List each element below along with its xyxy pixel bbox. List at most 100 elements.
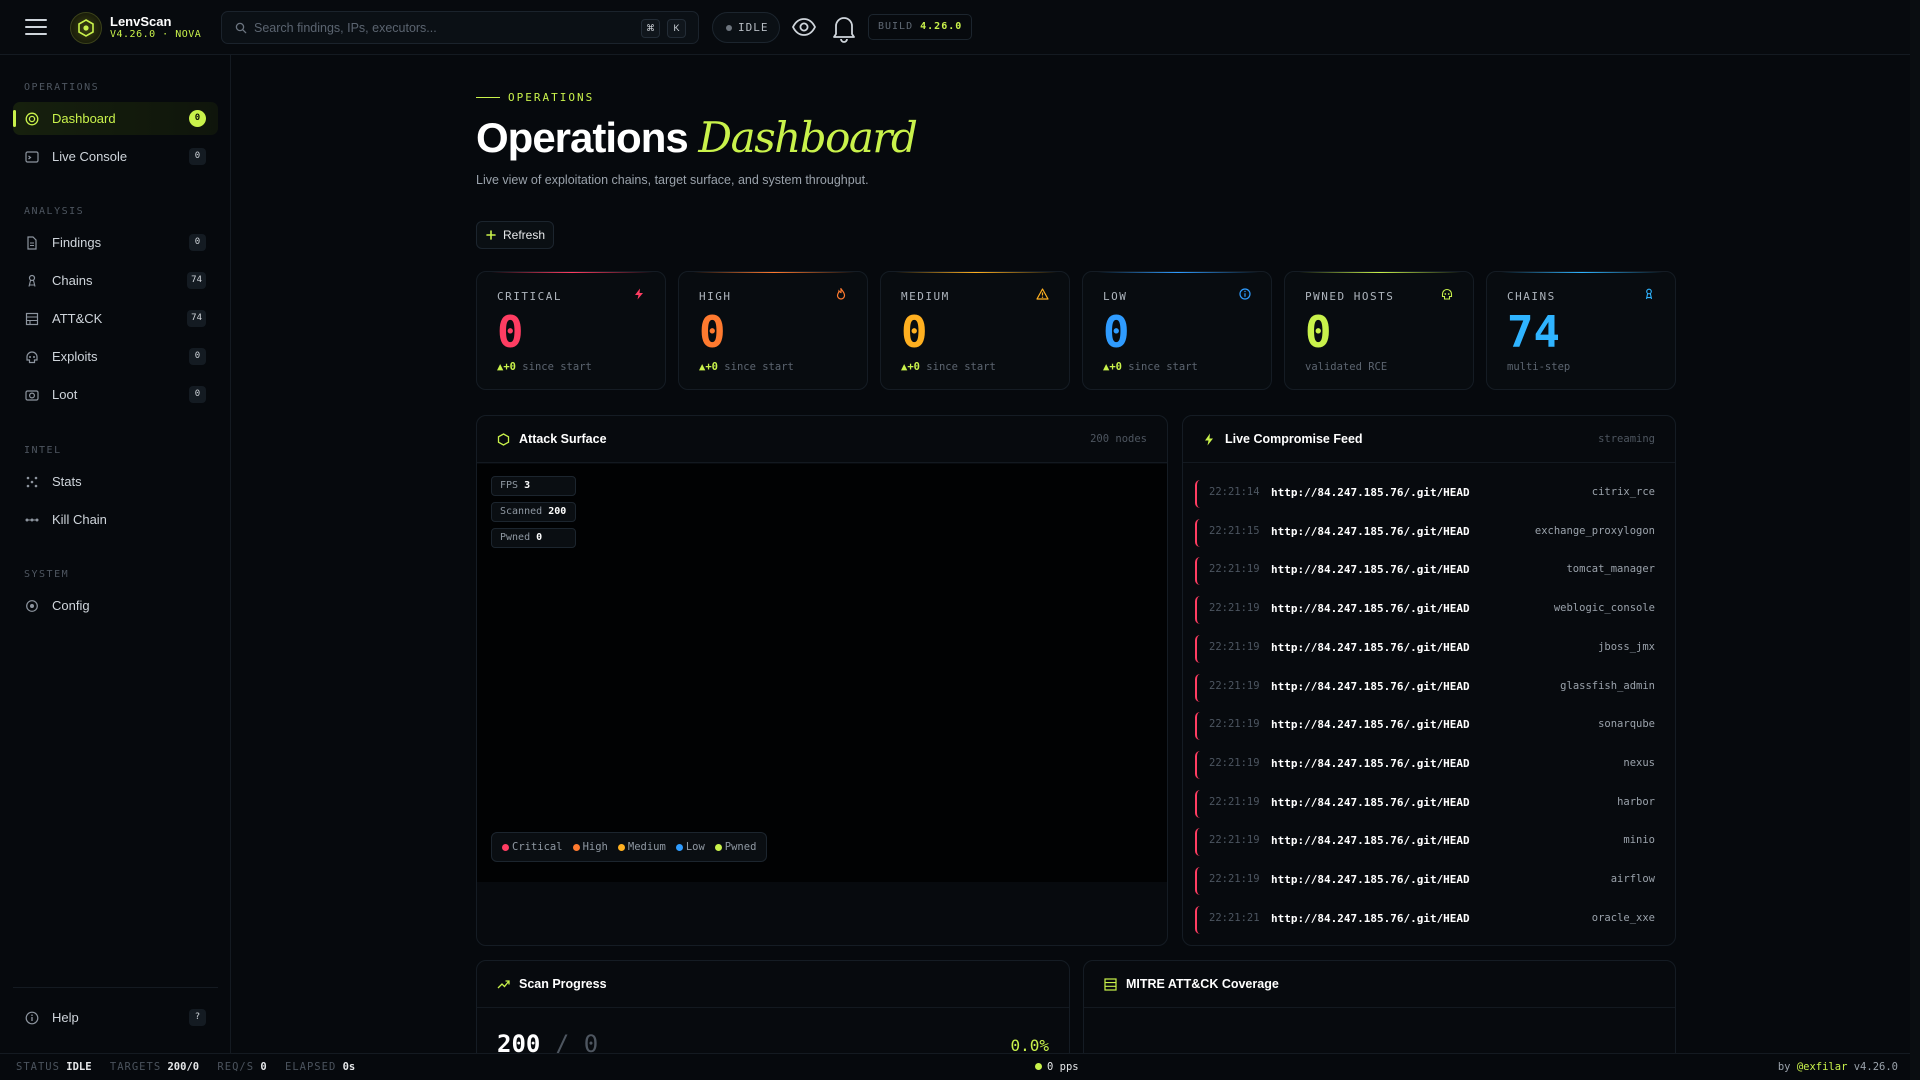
stat-card-high[interactable]: HIGH 0 ▲+0 since start bbox=[678, 271, 868, 390]
scanned-chip: Scanned 200 bbox=[491, 502, 576, 522]
feed-row[interactable]: 22:21:19 http://84.247.185.76/.git/HEAD we… bbox=[1195, 594, 1655, 626]
stat-value: 0 bbox=[901, 307, 928, 358]
card-accent-bar bbox=[693, 272, 855, 273]
targets-key: TARGETS bbox=[109, 1061, 162, 1073]
feed-row[interactable]: 22:21:21 http://84.247.185.76/.git/HEAD or… bbox=[1195, 904, 1655, 936]
target-icon bbox=[25, 112, 39, 126]
stat-sub: ▲+0 since start bbox=[699, 361, 794, 373]
panel-title: Scan Progress bbox=[519, 977, 607, 991]
sidebar-item-label: Kill Chain bbox=[52, 512, 107, 527]
feed-time: 22:21:19 bbox=[1209, 756, 1260, 769]
terminal-icon bbox=[25, 150, 39, 164]
search-bar[interactable]: ⌘ K bbox=[221, 11, 699, 44]
status-pill[interactable]: IDLE bbox=[712, 12, 780, 43]
attack-surface-panel: Attack Surface 200 nodes FPS 3 Scanned 2… bbox=[476, 415, 1168, 946]
card-accent-bar bbox=[895, 272, 1057, 273]
live-compromise-feed-panel: Live Compromise Feed streaming 22:21:14 h… bbox=[1182, 415, 1676, 946]
stat-card-chains[interactable]: CHAINS 74 multi-step bbox=[1486, 271, 1676, 390]
stat-delta: ▲+0 bbox=[497, 361, 516, 373]
eye-icon[interactable] bbox=[791, 14, 817, 40]
camera-icon bbox=[25, 388, 39, 402]
sidebar-item-kill-chain[interactable]: Kill Chain bbox=[13, 503, 218, 536]
author-handle[interactable]: @exfilar bbox=[1797, 1061, 1848, 1073]
feed-url: http://84.247.185.76/.git/HEAD bbox=[1271, 602, 1470, 616]
stat-label: CRITICAL bbox=[497, 290, 562, 303]
feed-module: glassfish_admin bbox=[1560, 679, 1655, 692]
sidebar-item-live-console[interactable]: Live Console 0 bbox=[13, 140, 218, 173]
scan-done: 200 bbox=[497, 1030, 541, 1053]
feed-row[interactable]: 22:21:14 http://84.247.185.76/.git/HEAD ci… bbox=[1195, 478, 1655, 510]
bolt-icon bbox=[1203, 433, 1215, 446]
trend-up-icon bbox=[497, 978, 510, 990]
stat-card-critical[interactable]: CRITICAL 0 ▲+0 since start bbox=[476, 271, 666, 390]
feed-row[interactable]: 22:21:19 http://84.247.185.76/.git/HEAD ha… bbox=[1195, 788, 1655, 820]
page-title: Operations Dashboard bbox=[476, 113, 918, 162]
sidebar-item-config[interactable]: Config bbox=[13, 589, 218, 622]
flame-icon bbox=[835, 288, 847, 300]
stat-card-low[interactable]: LOW 0 ▲+0 since start bbox=[1082, 271, 1272, 390]
sidebar-item-stats[interactable]: Stats bbox=[13, 465, 218, 498]
feed-row[interactable]: 22:21:15 http://84.247.185.76/.git/HEAD ex… bbox=[1195, 517, 1655, 549]
top-bar: LenvScan V4.26.0 · NOVA ⌘ K IDLE BUILD 4… bbox=[0, 0, 1910, 55]
status-pill-label: IDLE bbox=[738, 21, 769, 34]
chip-key: Scanned bbox=[500, 506, 543, 517]
feed-row[interactable]: 22:21:19 http://84.247.185.76/.git/HEAD so… bbox=[1195, 710, 1655, 742]
attack-surface-canvas[interactable]: FPS 3 Scanned 200 Pwned 0 Critical High … bbox=[477, 464, 1167, 882]
sidebar-item-label: ATT&CK bbox=[52, 311, 103, 326]
feed-row[interactable]: 22:21:19 http://84.247.185.76/.git/HEAD to… bbox=[1195, 555, 1655, 587]
stat-value: 0 bbox=[1103, 307, 1130, 358]
feed-module: citrix_rce bbox=[1591, 486, 1655, 498]
feed-row[interactable]: 22:21:19 http://84.247.185.76/.git/HEAD mi… bbox=[1195, 826, 1655, 858]
feed-row[interactable]: 22:21:19 http://84.247.185.76/.git/HEAD ai… bbox=[1195, 865, 1655, 897]
plus-icon bbox=[486, 230, 496, 240]
sidebar-item-help[interactable]: Help ? bbox=[13, 1001, 218, 1034]
sidebar-item-chains[interactable]: Chains 74 bbox=[13, 264, 218, 297]
sidebar-item-label: Stats bbox=[52, 474, 82, 489]
stat-card-pwned-hosts[interactable]: PWNED HOSTS 0 validated RCE bbox=[1284, 271, 1474, 390]
search-input[interactable] bbox=[254, 12, 614, 43]
feed-url: http://84.247.185.76/.git/HEAD bbox=[1271, 911, 1470, 925]
page-title-accent: Dashboard bbox=[698, 113, 918, 162]
sidebar-item-attack[interactable]: ATT&CK 74 bbox=[13, 302, 218, 335]
feed-row[interactable]: 22:21:19 http://84.247.185.76/.git/HEAD ne… bbox=[1195, 749, 1655, 781]
pps-dot bbox=[1035, 1063, 1042, 1070]
sidebar-item-label: Config bbox=[52, 598, 90, 613]
feed-row[interactable]: 22:21:19 http://84.247.185.76/.git/HEAD jb… bbox=[1195, 633, 1655, 665]
sidebar-item-label: Loot bbox=[52, 387, 78, 402]
chip-key: FPS bbox=[500, 480, 519, 491]
feed-url: http://84.247.185.76/.git/HEAD bbox=[1271, 563, 1470, 577]
bell-icon[interactable] bbox=[831, 13, 857, 43]
legend-medium: Medium bbox=[617, 841, 666, 853]
stat-label: PWNED HOSTS bbox=[1305, 290, 1395, 303]
page-eyebrow: OPERATIONS bbox=[476, 91, 594, 104]
card-accent-bar bbox=[491, 272, 653, 273]
hamburger-menu-icon[interactable] bbox=[24, 17, 48, 37]
sidebar-item-loot[interactable]: Loot 0 bbox=[13, 378, 218, 411]
feed-url: http://84.247.185.76/.git/HEAD bbox=[1271, 834, 1470, 848]
sidebar-item-count: 0 bbox=[189, 386, 206, 403]
skull-icon bbox=[1441, 288, 1453, 300]
panel-header: MITRE ATT&CK Coverage bbox=[1084, 961, 1675, 1008]
refresh-button[interactable]: Refresh bbox=[476, 221, 555, 249]
feed-url: http://84.247.185.76/.git/HEAD bbox=[1271, 756, 1470, 770]
stat-sub-text: since start bbox=[724, 361, 794, 373]
panel-header: Live Compromise Feed streaming bbox=[1183, 416, 1675, 463]
status-dot bbox=[726, 25, 732, 31]
feed-url: http://84.247.185.76/.git/HEAD bbox=[1271, 679, 1470, 693]
feed-module: airflow bbox=[1610, 873, 1655, 885]
stat-sub-text: since start bbox=[1128, 361, 1198, 373]
sidebar-item-exploits[interactable]: Exploits 0 bbox=[13, 340, 218, 373]
panel-title: MITRE ATT&CK Coverage bbox=[1126, 977, 1279, 991]
page-scrollbar[interactable] bbox=[1910, 0, 1920, 1080]
stat-value: 0 bbox=[1305, 307, 1332, 358]
pps-value: 0 pps bbox=[1047, 1061, 1079, 1073]
stat-sub: ▲+0 since start bbox=[1103, 361, 1198, 373]
stat-card-medium[interactable]: MEDIUM 0 ▲+0 since start bbox=[880, 271, 1070, 390]
sidebar-item-dashboard[interactable]: Dashboard 0 bbox=[13, 102, 218, 135]
feed-row[interactable]: 22:21:19 http://84.247.185.76/.git/HEAD gl… bbox=[1195, 672, 1655, 704]
stat-value: 0 bbox=[497, 307, 524, 358]
sidebar-item-findings[interactable]: Findings 0 bbox=[13, 226, 218, 259]
scan-sep: / bbox=[554, 1030, 570, 1053]
feed-module: minio bbox=[1623, 834, 1655, 847]
status-value: IDLE bbox=[66, 1061, 92, 1073]
